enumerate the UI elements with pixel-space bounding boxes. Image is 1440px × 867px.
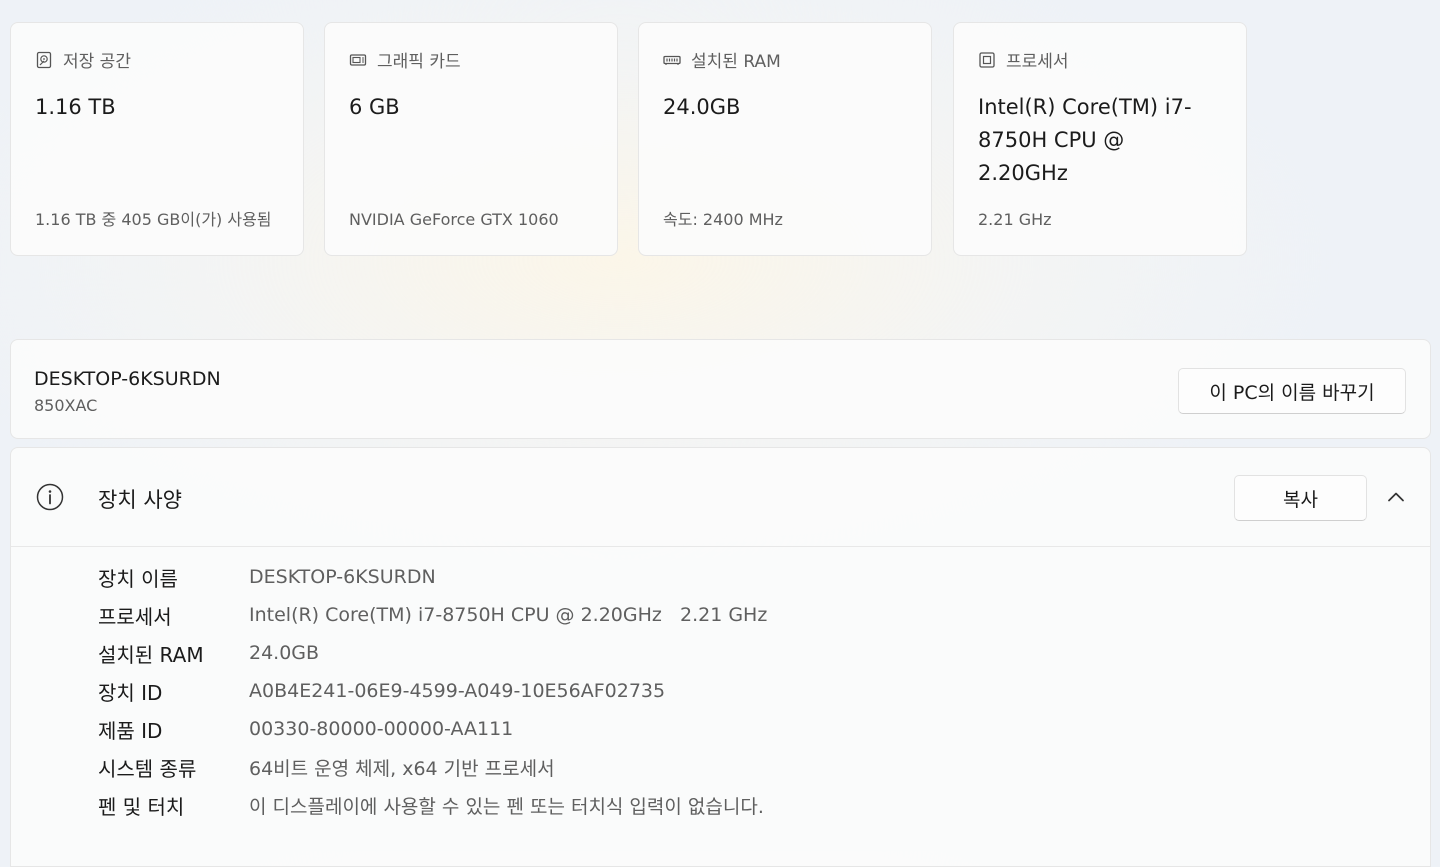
card-value: Intel(R) Core(TM) i7-8750H CPU @ 2.20GHz	[978, 95, 1192, 185]
pc-name: DESKTOP-6KSURDN	[34, 368, 221, 390]
card-title: 프로세서	[1006, 52, 1069, 72]
copy-button[interactable]: 복사	[1234, 475, 1367, 521]
pc-model: 850XAC	[34, 396, 98, 415]
spec-label: 제품 ID	[98, 718, 163, 743]
card-subtext: NVIDIA GeForce GTX 1060	[349, 210, 559, 229]
storage-card[interactable]: 저장 공간 1.16 TB 1.16 TB 중 405 GB이(가) 사용됨	[10, 22, 304, 256]
spec-row-device-name: 장치 이름 DESKTOP-6KSURDN	[98, 558, 767, 596]
spec-value[interactable]: 이 디스플레이에 사용할 수 있는 펜 또는 터치식 입력이 없습니다.	[249, 792, 764, 819]
card-title: 그래픽 카드	[377, 52, 461, 72]
card-value: 24.0GB	[663, 95, 741, 119]
spec-row-installed-ram: 설치된 RAM 24.0GB	[98, 634, 767, 672]
card-subtext: 1.16 TB 중 405 GB이(가) 사용됨	[35, 210, 272, 229]
device-specs-header[interactable]: 장치 사양 복사	[11, 448, 1430, 547]
rename-pc-button[interactable]: 이 PC의 이름 바꾸기	[1178, 368, 1406, 414]
device-specs-panel: 장치 사양 복사 장치 이름 DESKTOP-6KSURDN 프로세서 Inte…	[10, 447, 1431, 867]
ram-card[interactable]: 설치된 RAM 24.0GB 속도: 2400 MHz	[638, 22, 932, 256]
spec-value[interactable]: DESKTOP-6KSURDN	[249, 566, 436, 588]
spec-label: 프로세서	[98, 604, 172, 629]
card-header: 저장 공간	[35, 47, 131, 72]
chevron-up-icon[interactable]	[1385, 486, 1407, 508]
device-specs-list: 장치 이름 DESKTOP-6KSURDN 프로세서 Intel(R) Core…	[98, 558, 767, 824]
spec-row-processor: 프로세서 Intel(R) Core(TM) i7-8750H CPU @ 2.…	[98, 596, 767, 634]
spec-value[interactable]: 00330-80000-00000-AA111	[249, 718, 513, 740]
card-subtext: 2.21 GHz	[978, 210, 1052, 229]
spec-row-pen-touch: 펜 및 터치 이 디스플레이에 사용할 수 있는 펜 또는 터치식 입력이 없습…	[98, 786, 767, 824]
pc-name-row: DESKTOP-6KSURDN 850XAC 이 PC의 이름 바꾸기	[10, 339, 1431, 439]
spec-label: 시스템 종류	[98, 756, 197, 781]
card-header: 그래픽 카드	[349, 47, 461, 72]
card-title: 설치된 RAM	[691, 52, 781, 72]
processor-card[interactable]: 프로세서 Intel(R) Core(TM) i7-8750H CPU @ 2.…	[953, 22, 1247, 256]
card-title: 저장 공간	[63, 52, 131, 72]
spec-value[interactable]: Intel(R) Core(TM) i7-8750H CPU @ 2.20GHz…	[249, 604, 767, 626]
card-header: 설치된 RAM	[663, 47, 781, 72]
device-specs-title: 장치 사양	[98, 488, 182, 512]
processor-icon	[978, 51, 996, 69]
spec-row-system-type: 시스템 종류 64비트 운영 체제, x64 기반 프로세서	[98, 748, 767, 786]
graphics-card[interactable]: 그래픽 카드 6 GB NVIDIA GeForce GTX 1060	[324, 22, 618, 256]
spec-label: 장치 이름	[98, 566, 178, 591]
card-subtext: 속도: 2400 MHz	[663, 210, 783, 229]
spec-value[interactable]: A0B4E241-06E9-4599-A049-10E56AF02735	[249, 680, 665, 702]
card-value: 1.16 TB	[35, 95, 116, 119]
spec-value[interactable]: 64비트 운영 체제, x64 기반 프로세서	[249, 754, 555, 781]
spec-label: 장치 ID	[98, 680, 163, 705]
card-header: 프로세서	[978, 47, 1069, 72]
spec-row-device-id: 장치 ID A0B4E241-06E9-4599-A049-10E56AF027…	[98, 672, 767, 710]
spec-label: 펜 및 터치	[98, 794, 185, 819]
card-value: 6 GB	[349, 95, 400, 119]
spec-value[interactable]: 24.0GB	[249, 642, 319, 664]
storage-icon	[35, 51, 53, 69]
ram-icon	[663, 51, 681, 69]
spec-label: 설치된 RAM	[98, 642, 204, 667]
info-icon	[36, 483, 64, 511]
graphics-card-icon	[349, 51, 367, 69]
spec-row-product-id: 제품 ID 00330-80000-00000-AA111	[98, 710, 767, 748]
